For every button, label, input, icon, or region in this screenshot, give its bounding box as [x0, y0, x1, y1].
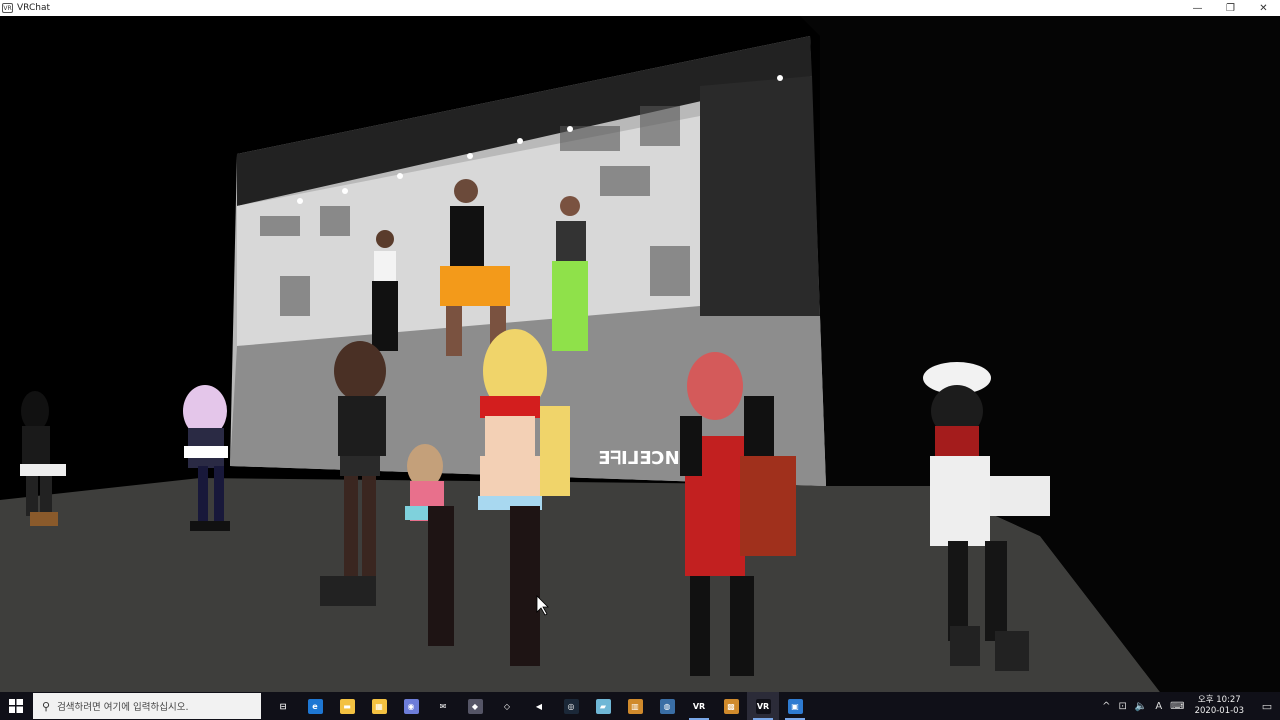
- search-placeholder: 검색하려면 여기에 입력하십시오.: [57, 702, 189, 713]
- taskbar-app-task-view[interactable]: ⊟: [267, 692, 299, 720]
- vrchat-game-view[interactable]: ƎᖷI⅃ƎƆNA: [0, 16, 1280, 692]
- discord-icon: ◉: [403, 698, 419, 714]
- taskbar-search[interactable]: ⚲ 검색하려면 여기에 입력하십시오.: [33, 693, 261, 719]
- app-12-icon: ▥: [627, 698, 643, 714]
- taskbar-app-app-7[interactable]: ◆: [459, 692, 491, 720]
- taskbar-clock[interactable]: 오후 10:27 2020-01-03: [1195, 695, 1244, 717]
- vr-1-icon: VR: [691, 698, 707, 714]
- task-view-icon: ⊟: [275, 698, 291, 714]
- volume-icon[interactable]: 🔈: [1135, 701, 1147, 712]
- taskbar-app-visual-studio[interactable]: ◀: [523, 692, 555, 720]
- window-controls: — ❐ ✕: [1181, 0, 1280, 16]
- restore-button[interactable]: ❐: [1214, 0, 1247, 16]
- notification-center-icon[interactable]: ▭: [1254, 700, 1280, 713]
- taskbar-app-app-11[interactable]: ▰: [587, 692, 619, 720]
- taskbar-pinned-apps: ⊟ e ▬ ▦ ◉ ✉ ◆ ◇ ◀ ◎ ▰ ▥ ◍ VR ▩ VR ▣: [267, 692, 811, 720]
- app-11-icon: ▰: [595, 698, 611, 714]
- window-title: VRChat: [17, 3, 50, 13]
- vrchat-app-icon: VR: [2, 3, 13, 13]
- taskbar-app-discord[interactable]: ◉: [395, 692, 427, 720]
- tray-overflow-chevron[interactable]: ^: [1102, 701, 1110, 712]
- visual-studio-icon: ◀: [531, 698, 547, 714]
- start-button[interactable]: [0, 692, 32, 720]
- taskbar-app-edge[interactable]: e: [299, 692, 331, 720]
- ime-mode-icon[interactable]: A: [1155, 701, 1162, 712]
- mail-icon: ✉: [435, 698, 451, 714]
- taskbar-app-app-12[interactable]: ▥: [619, 692, 651, 720]
- taskbar-app-vr-2[interactable]: VR: [747, 692, 779, 720]
- network-icon[interactable]: ⊡: [1118, 701, 1126, 712]
- edge-icon: e: [307, 698, 323, 714]
- taskbar-app-app-15[interactable]: ▩: [715, 692, 747, 720]
- system-tray: ^ ⊡ 🔈 A ⌨ 오후 10:27 2020-01-03 ▭: [1098, 692, 1280, 720]
- taskbar-app-app-17[interactable]: ▣: [779, 692, 811, 720]
- window-titlebar[interactable]: VR VRChat — ❐ ✕: [0, 0, 1280, 16]
- clock-time: 오후 10:27: [1197, 695, 1241, 705]
- taskbar-app-unity[interactable]: ◇: [491, 692, 523, 720]
- app-15-icon: ▩: [723, 698, 739, 714]
- unity-icon: ◇: [499, 698, 515, 714]
- taskbar-app-app-13[interactable]: ◍: [651, 692, 683, 720]
- windows-logo-icon: [9, 699, 23, 713]
- windows-taskbar: ⚲ 검색하려면 여기에 입력하십시오. ⊟ e ▬ ▦ ◉ ✉ ◆ ◇ ◀ ◎ ▰ ▥ ◍ VR ▩ VR ▣ …: [0, 692, 1280, 720]
- file-explorer-icon: ▬: [339, 698, 355, 714]
- clock-date: 2020-01-03: [1194, 706, 1244, 716]
- steam-icon: ◎: [563, 698, 579, 714]
- minimize-button[interactable]: —: [1181, 0, 1214, 16]
- keyboard-icon[interactable]: ⌨: [1170, 701, 1184, 712]
- taskbar-app-mail[interactable]: ✉: [427, 692, 459, 720]
- video-curtain: [700, 76, 820, 316]
- close-button[interactable]: ✕: [1247, 0, 1280, 16]
- scene-render: ƎᖷI⅃ƎƆNA: [0, 16, 1280, 692]
- search-icon: ⚲: [42, 699, 51, 713]
- taskbar-app-file-explorer[interactable]: ▬: [331, 692, 363, 720]
- app-7-icon: ◆: [467, 698, 483, 714]
- app-13-icon: ◍: [659, 698, 675, 714]
- screen-text: ƎᖷI⅃ƎƆNA: [598, 448, 694, 469]
- taskbar-app-vr-1[interactable]: VR: [683, 692, 715, 720]
- app-17-icon: ▣: [787, 698, 803, 714]
- vr-2-icon: VR: [755, 698, 771, 714]
- store-icon: ▦: [371, 698, 387, 714]
- taskbar-app-steam[interactable]: ◎: [555, 692, 587, 720]
- taskbar-app-store[interactable]: ▦: [363, 692, 395, 720]
